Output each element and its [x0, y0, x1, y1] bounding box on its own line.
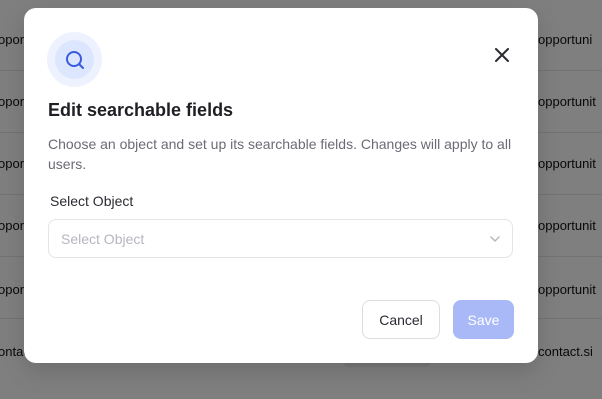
edit-searchable-fields-dialog: Edit searchable fields Choose an object …: [24, 8, 538, 363]
select-object-label: Select Object: [50, 193, 134, 209]
close-icon: [495, 48, 509, 62]
chevron-down-icon: [490, 236, 500, 242]
search-icon-badge: [47, 32, 102, 87]
dialog-title: Edit searchable fields: [48, 100, 234, 120]
search-icon: [65, 50, 84, 69]
save-button[interactable]: Save: [453, 300, 514, 339]
select-object-dropdown[interactable]: Select Object: [48, 219, 513, 258]
dialog-description: Choose an object and set up its searchab…: [48, 136, 512, 172]
cancel-button[interactable]: Cancel: [362, 300, 440, 339]
select-placeholder: Select Object: [61, 230, 145, 247]
close-button[interactable]: [491, 44, 513, 66]
